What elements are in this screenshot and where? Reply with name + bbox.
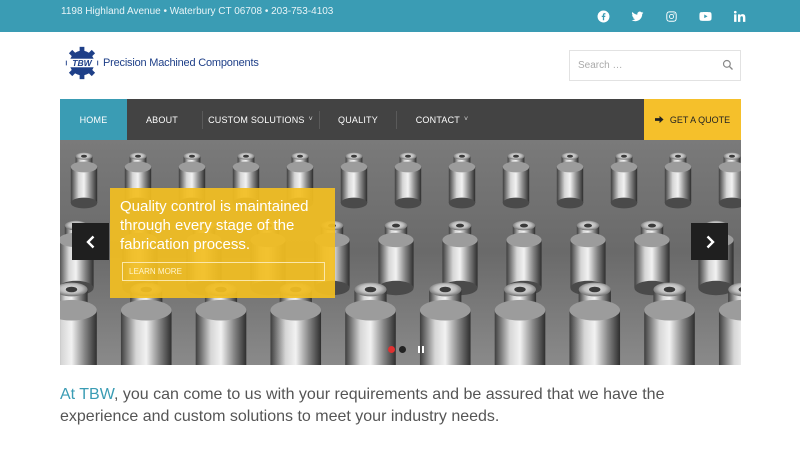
- hero-slider: Quality control is maintained through ev…: [60, 140, 741, 365]
- slide-caption: Quality control is maintained through ev…: [110, 188, 335, 298]
- pause-icon[interactable]: [418, 346, 424, 353]
- search-icon[interactable]: [722, 59, 734, 71]
- search-input[interactable]: [570, 51, 710, 80]
- site-logo[interactable]: TBW Precision Machined Components: [63, 44, 259, 82]
- linkedin-icon[interactable]: [730, 8, 748, 24]
- get-a-quote-button[interactable]: GET A QUOTE: [644, 99, 741, 140]
- slider-prev-button[interactable]: [72, 223, 109, 260]
- intro-brand-link[interactable]: At TBW: [60, 386, 114, 403]
- arrow-right-icon: [654, 115, 664, 124]
- chevron-left-icon: [85, 235, 94, 248]
- logo-text: Precision Machined Components: [103, 57, 259, 69]
- main-navigation: HOME ABOUT CUSTOM SOLUTIONS ˅ QUALITY CO…: [60, 99, 741, 140]
- site-header: TBW Precision Machined Components: [0, 32, 800, 99]
- nav-item-quality[interactable]: QUALITY: [320, 99, 396, 140]
- quote-button-label: GET A QUOTE: [669, 114, 731, 125]
- chevron-right-icon: [706, 235, 715, 248]
- nav-item-contact[interactable]: CONTACT ˅: [397, 99, 487, 140]
- slider-pagination: [388, 346, 424, 353]
- gear-logo-icon: TBW: [65, 46, 99, 80]
- intro-text: , you can come to us with your requireme…: [60, 386, 665, 425]
- slide-caption-text: Quality control is maintained through ev…: [120, 198, 309, 253]
- nav-item-label: CONTACT: [415, 114, 460, 125]
- nav-item-label: ABOUT: [145, 114, 178, 125]
- nav-item-about[interactable]: ABOUT: [127, 99, 197, 140]
- youtube-icon[interactable]: [696, 8, 714, 24]
- search-box: [569, 50, 741, 81]
- nav-item-custom-solutions[interactable]: CUSTOM SOLUTIONS ˅: [203, 99, 318, 140]
- intro-paragraph: At TBW, you can come to us with your req…: [60, 384, 740, 428]
- slide-dot-1[interactable]: [388, 346, 395, 353]
- contact-address: 1198 Highland Avenue • Waterbury CT 0670…: [61, 6, 334, 17]
- chevron-down-icon: ˅: [308, 116, 313, 123]
- nav-item-label: QUALITY: [338, 114, 378, 125]
- social-links: [594, 8, 748, 24]
- facebook-icon[interactable]: [594, 8, 612, 24]
- logo-mark-text: TBW: [72, 58, 92, 68]
- slide-dot-2[interactable]: [399, 346, 406, 353]
- twitter-icon[interactable]: [628, 8, 646, 24]
- slider-next-button[interactable]: [691, 223, 728, 260]
- nav-item-label: CUSTOM SOLUTIONS: [208, 114, 305, 125]
- chevron-down-icon: ˅: [463, 116, 469, 123]
- instagram-icon[interactable]: [662, 8, 680, 24]
- nav-item-label: HOME: [79, 114, 108, 125]
- nav-item-home[interactable]: HOME: [60, 99, 127, 140]
- top-bar: 1198 Highland Avenue • Waterbury CT 0670…: [0, 0, 800, 32]
- learn-more-button[interactable]: LEARN MORE: [122, 262, 325, 281]
